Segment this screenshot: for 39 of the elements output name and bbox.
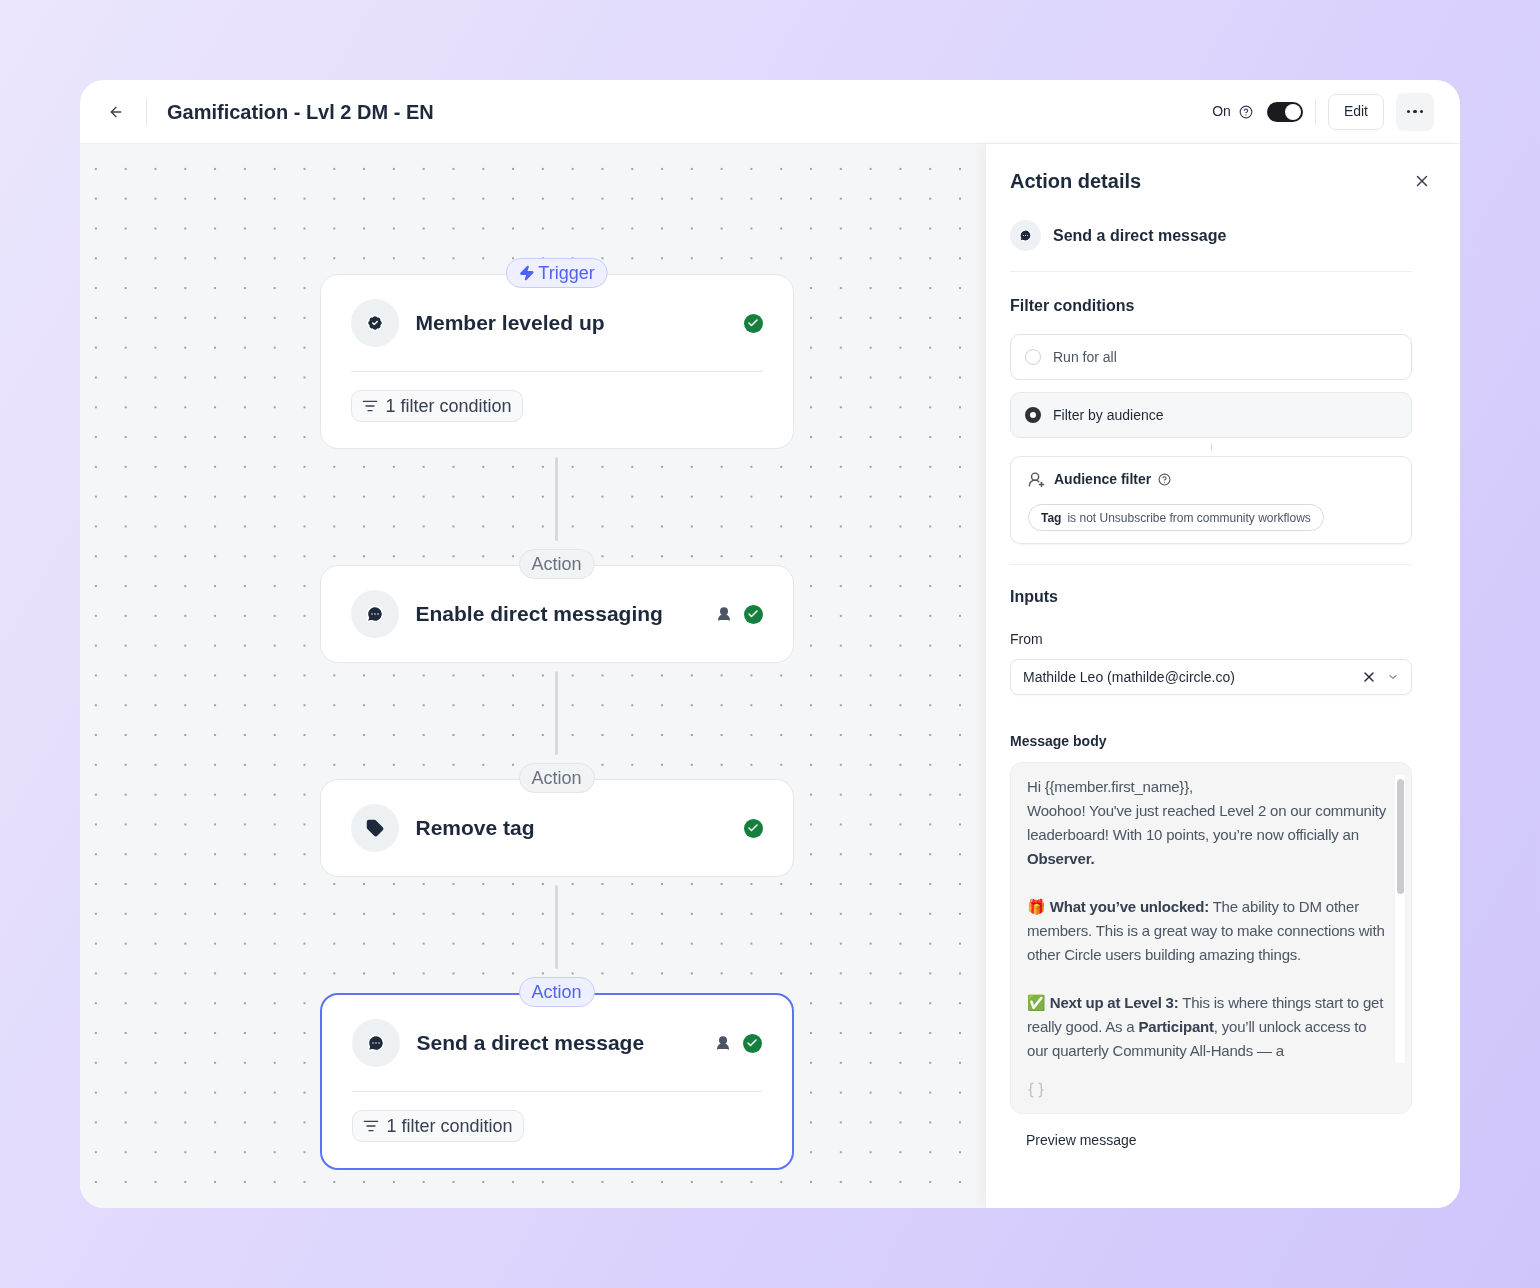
section-heading: Inputs (1010, 587, 1059, 607)
tag-icon (365, 819, 384, 837)
node-title: Member leveled up (415, 310, 606, 337)
rule-field: Tag (1041, 508, 1062, 527)
filter-icon (361, 398, 378, 414)
toggle-switch[interactable] (1266, 101, 1303, 122)
radio-option[interactable]: Filter by audience (1010, 392, 1412, 438)
node-title: Send a direct message (416, 1030, 646, 1057)
node-title: Enable direct messaging (415, 601, 664, 628)
audience-filter-title: Audience filter (1054, 470, 1152, 489)
message-body-field[interactable] (1010, 762, 1412, 1114)
chat-bubble-icon (366, 1034, 385, 1052)
action-name: Send a direct message (1053, 225, 1227, 246)
lightning-icon (518, 265, 535, 281)
node-title: Remove tag (415, 815, 536, 842)
user-plus-icon (1028, 471, 1045, 488)
field-label: Message body (1010, 732, 1108, 751)
chat-bubble-icon (1019, 229, 1032, 242)
field-label: From (1010, 630, 1044, 649)
filter-icon (362, 1118, 379, 1134)
message-paragraph: Hi {{member.first_name}}, Woohoo! You've just reached Level 2 on our community leaderboard! With 10 points, you’re now officially an Observer. (1027, 777, 1388, 869)
rule-condition: is not Unsubscribe from community workflows (1067, 509, 1311, 527)
preview-message-button[interactable]: Preview message (1026, 1130, 1137, 1151)
help-icon[interactable] (1158, 473, 1172, 486)
filter-condition-chip[interactable]: 1 filter condition (350, 390, 523, 422)
message-paragraph: ✅ Next up at Level 3: This is where things start to get really good. As a Participant, you’ll unlock access to our quarterly Community All-Hands — a (1027, 993, 1385, 1061)
workflow-title: Gamification - Lvl 2 DM - EN (167, 99, 434, 125)
select-value: Mathilde Leo (mathilde@circle.co) (1023, 667, 1236, 687)
more-icon (1406, 109, 1424, 114)
radio-option[interactable]: Run for all (1010, 334, 1412, 380)
panel-title: Action details (1010, 169, 1142, 194)
edit-button[interactable]: Edit (1327, 93, 1384, 130)
status-label: On (1212, 102, 1231, 121)
badge-check-icon (365, 314, 384, 332)
from-select[interactable]: Mathilde Leo (mathilde@circle.co) (1010, 659, 1412, 695)
filter-condition-chip[interactable]: 1 filter condition (351, 1110, 524, 1142)
help-icon[interactable] (1238, 104, 1253, 119)
message-paragraph: 🎁 What you’ve unlocked: The ability to DM other members. This is a great way to make connections with other Circle users building amazing things. (1027, 897, 1386, 965)
section-heading: Filter conditions (1010, 296, 1136, 316)
